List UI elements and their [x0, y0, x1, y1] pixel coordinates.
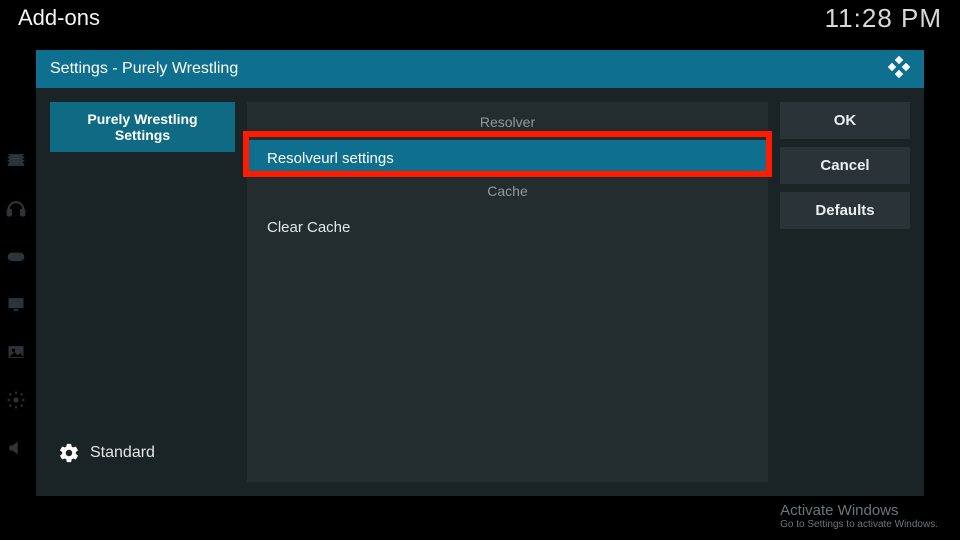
- music-icon[interactable]: [6, 198, 26, 218]
- tv-icon[interactable]: [6, 294, 26, 314]
- side-rail: [0, 150, 32, 458]
- dialog-title: Settings - Purely Wrestling: [50, 60, 238, 78]
- audio-icon[interactable]: [6, 438, 26, 458]
- watermark-line2: Go to Settings to activate Windows.: [780, 519, 938, 530]
- entry-clear-cache[interactable]: Clear Cache: [247, 209, 768, 246]
- clock: 11:28 PM: [825, 3, 942, 34]
- cancel-button[interactable]: Cancel: [780, 147, 910, 184]
- page-title: Add-ons: [18, 5, 100, 31]
- games-icon[interactable]: [6, 246, 26, 266]
- photos-icon[interactable]: [6, 342, 26, 362]
- action-panel: OK Cancel Defaults: [780, 102, 910, 482]
- settings-dialog: Settings - Purely Wrestling Purely Wrest…: [36, 50, 924, 496]
- ok-button[interactable]: OK: [780, 102, 910, 139]
- section-header-cache: Cache: [247, 177, 768, 209]
- category-purely-wrestling-settings[interactable]: Purely Wrestling Settings: [50, 102, 235, 152]
- category-panel: Purely Wrestling Settings Standard: [50, 102, 235, 482]
- dialog-body: Purely Wrestling Settings Standard Resol…: [36, 88, 924, 496]
- dialog-header: Settings - Purely Wrestling: [36, 50, 924, 88]
- movies-icon[interactable]: [6, 150, 26, 170]
- entry-resolveurl-settings[interactable]: Resolveurl settings: [247, 140, 768, 177]
- section-header-resolver: Resolver: [247, 108, 768, 140]
- settings-level-toggle[interactable]: Standard: [50, 436, 235, 482]
- watermark-line1: Activate Windows: [780, 502, 938, 519]
- windows-watermark: Activate Windows Go to Settings to activ…: [780, 502, 938, 530]
- settings-content: Resolver Resolveurl settings Cache Clear…: [247, 102, 768, 482]
- settings-rail-icon[interactable]: [6, 390, 26, 410]
- defaults-button[interactable]: Defaults: [780, 192, 910, 229]
- top-bar: Add-ons 11:28 PM: [0, 0, 960, 36]
- kodi-logo-icon: [886, 55, 910, 84]
- gear-icon: [58, 442, 80, 464]
- settings-level-label: Standard: [90, 444, 155, 462]
